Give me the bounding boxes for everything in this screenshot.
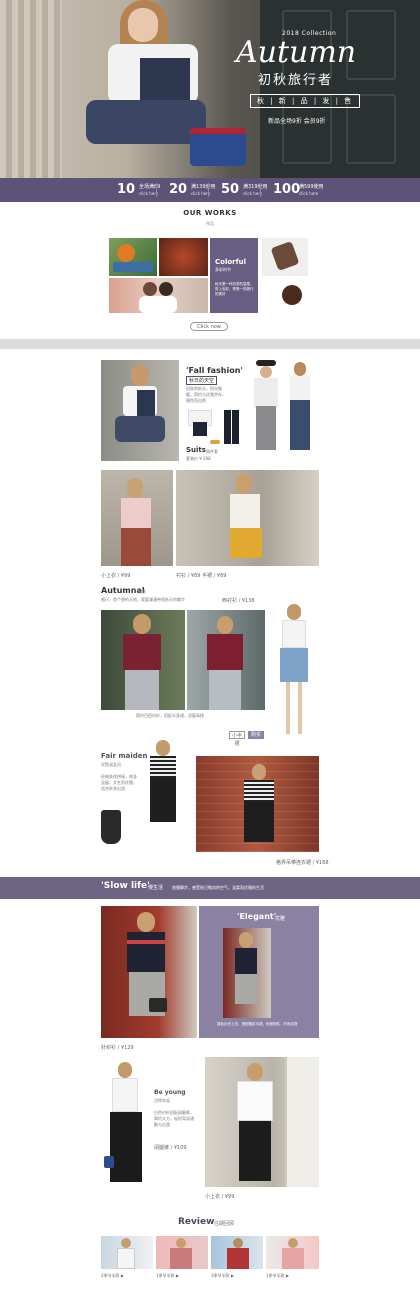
suits-sub: 两件套 [206, 449, 218, 454]
works-photo-books[interactable] [109, 238, 157, 276]
beyoung-desc: 白色衬衫搭配阔腿裤，简约大方，轻松驾驭通勤与出游 [154, 1110, 194, 1127]
autumnal-sub: 秋意 [138, 589, 146, 594]
works-subtitle: 作品 [206, 221, 214, 226]
handbag-image [190, 128, 246, 166]
beyoung-caption: 阔腿裤 / ¥109 [154, 1145, 187, 1151]
hero-note: 新品全场9折 会员9折 [268, 118, 326, 125]
review-label-1[interactable]: 2季节半款 ▶ [101, 1273, 124, 1279]
fall-photo-yellow[interactable] [176, 470, 319, 566]
review-label-4[interactable]: 1季节半款 ▶ [266, 1273, 289, 1279]
click-now-button[interactable]: Click now [190, 322, 228, 331]
maiden-sub: 学院淑女风 [101, 762, 121, 767]
elegant-caption: 针织衫 / ¥129 [101, 1045, 134, 1051]
works-photo-cup [282, 285, 302, 305]
slow-sub: 慢生活 [148, 885, 164, 891]
review-item-2[interactable] [156, 1236, 208, 1269]
elegant-sub: 优雅 [275, 916, 286, 922]
slow-life-band: 'Slow life' 慢生活 放慢脚步，感受秋日微凉的空气，温柔而优雅的生活 [0, 877, 420, 899]
maiden-title: Fair maiden [101, 752, 148, 760]
coupon-100[interactable]: 100 满599使用 click here [261, 180, 324, 200]
coupon-50[interactable]: 50 满319使用 click here [209, 180, 268, 200]
maiden-dress-product[interactable] [93, 808, 129, 848]
colorful-title: Colorful [215, 258, 247, 266]
fall-photo-model[interactable] [101, 360, 179, 461]
autumnal-center-desc: 简约百搭衬衫，搭配半身裙，显瘦高挑 [136, 713, 204, 718]
maiden-caption: 格界吊带连衣裙 / ¥168 [276, 860, 329, 866]
elegant-card[interactable]: 'Elegant' 优雅 撞色针织上衣，搭配格纹半裙，优雅知性，时尚百搭 [199, 906, 319, 1038]
hero-banner[interactable]: 2018 Collection Autumn 初秋旅行者 秋 | 新 | 品 |… [0, 0, 420, 178]
fall-model-jeans[interactable] [286, 360, 314, 464]
hero-title-block: 2018 Collection Autumn 初秋旅行者 秋 | 新 | 品 |… [236, 30, 396, 125]
autumnal-model-skirt[interactable] [276, 600, 312, 740]
fall-caption-right: 衬衫 / ¥89 半裙 / ¥89 [176, 573, 227, 579]
elegant-card-photo [223, 928, 271, 1018]
maiden-desc: 经典条纹拼接，修身显瘦，文艺而优雅，适合秋季出游 [101, 774, 137, 791]
beyoung-sub: 活得年轻 [154, 1098, 170, 1103]
hero-pillar [0, 0, 62, 178]
works-title: OUR WORKS [183, 209, 237, 217]
maiden-photo-brick[interactable] [196, 756, 319, 852]
colorful-card[interactable]: Colorful 多彩时节 秋天第一杯奶茶的温柔，穿上色彩，享受一场旅行的美好 [210, 238, 258, 313]
review-label-3[interactable]: 3季节半款 ▶ [211, 1273, 234, 1279]
beyoung-caption-2: 小上衣 / ¥99 [205, 1194, 235, 1200]
fall-title: 'Fall fashion' [186, 366, 243, 375]
beyoung-title: Be young [154, 1089, 186, 1096]
review-item-3[interactable] [211, 1236, 263, 1269]
section-divider [0, 339, 420, 349]
hero-cn-title: 初秋旅行者 [258, 73, 334, 88]
autumnal-desc: 格尺、首个塑的天地，我要漫漫带领秋天的脚步 [101, 597, 185, 602]
sunglasses-icon [210, 440, 220, 444]
autumnal-btn-2[interactable]: 购买 [248, 731, 264, 739]
autumnal-photo-1[interactable] [101, 610, 185, 710]
review-sub: 往期回顾 [214, 1221, 235, 1227]
coupon-20[interactable]: 20 满139使用 click here [157, 180, 216, 200]
coupon-10[interactable]: 10 全场满89 click here [105, 180, 160, 200]
autumnal-price: 西衬衫 / ¥138 [222, 598, 255, 604]
works-photo-couple[interactable] [109, 278, 208, 313]
slow-title: 'Slow life' [101, 881, 150, 891]
review-item-4[interactable] [266, 1236, 319, 1269]
hero-tag: 秋 | 新 | 品 | 发 | 售 [250, 94, 361, 108]
fall-pants-product[interactable] [224, 410, 240, 444]
colorful-sub: 多彩时节 [215, 267, 231, 272]
suits-title: Suits [186, 446, 206, 454]
elegant-desc: 撞色针织上衣，搭配格纹半裙，优雅知性，时尚百搭 [217, 1022, 298, 1026]
review-title: Review [178, 1217, 215, 1227]
hero-script-title: Autumn [236, 35, 357, 70]
beyoung-model[interactable] [102, 1060, 148, 1198]
works-photo-tea[interactable] [262, 238, 308, 276]
fall-caption-left: 小上衣 / ¥99 [101, 573, 131, 579]
suits-price-label: 套装价 ¥ [186, 456, 202, 461]
review-item-1[interactable] [101, 1236, 153, 1269]
review-label-2[interactable]: 1季节半款 ▶ [156, 1273, 179, 1279]
autumnal-photo-2[interactable] [187, 610, 265, 710]
works-photo-leaves[interactable] [159, 238, 208, 276]
elegant-title: 'Elegant' [237, 912, 277, 921]
fall-blouse-product[interactable] [184, 410, 216, 440]
slow-desc: 放慢脚步，感受秋日微凉的空气，温柔而优雅的生活 [172, 885, 264, 890]
fall-desc: 初秋的街头，阳光微暖，简约与优雅并存，随性而自然 [186, 386, 226, 403]
colorful-desc: 秋天第一杯奶茶的温柔，穿上色彩，享受一场旅行的美好 [215, 282, 254, 296]
maiden-model[interactable] [144, 738, 182, 862]
elegant-photo-main[interactable] [101, 906, 197, 1038]
fall-photo-pink[interactable] [101, 470, 173, 566]
suits-price: 288 [203, 456, 211, 461]
coupon-bar: 10 全场满89 click here 20 满139使用 click here… [0, 178, 420, 202]
fall-model-hat[interactable] [248, 360, 282, 464]
beyoung-photo-door[interactable] [205, 1057, 319, 1187]
autumnal-btn-1[interactable]: 小半裙 [229, 731, 245, 747]
fall-sub: 秋日的天空 [186, 376, 218, 385]
